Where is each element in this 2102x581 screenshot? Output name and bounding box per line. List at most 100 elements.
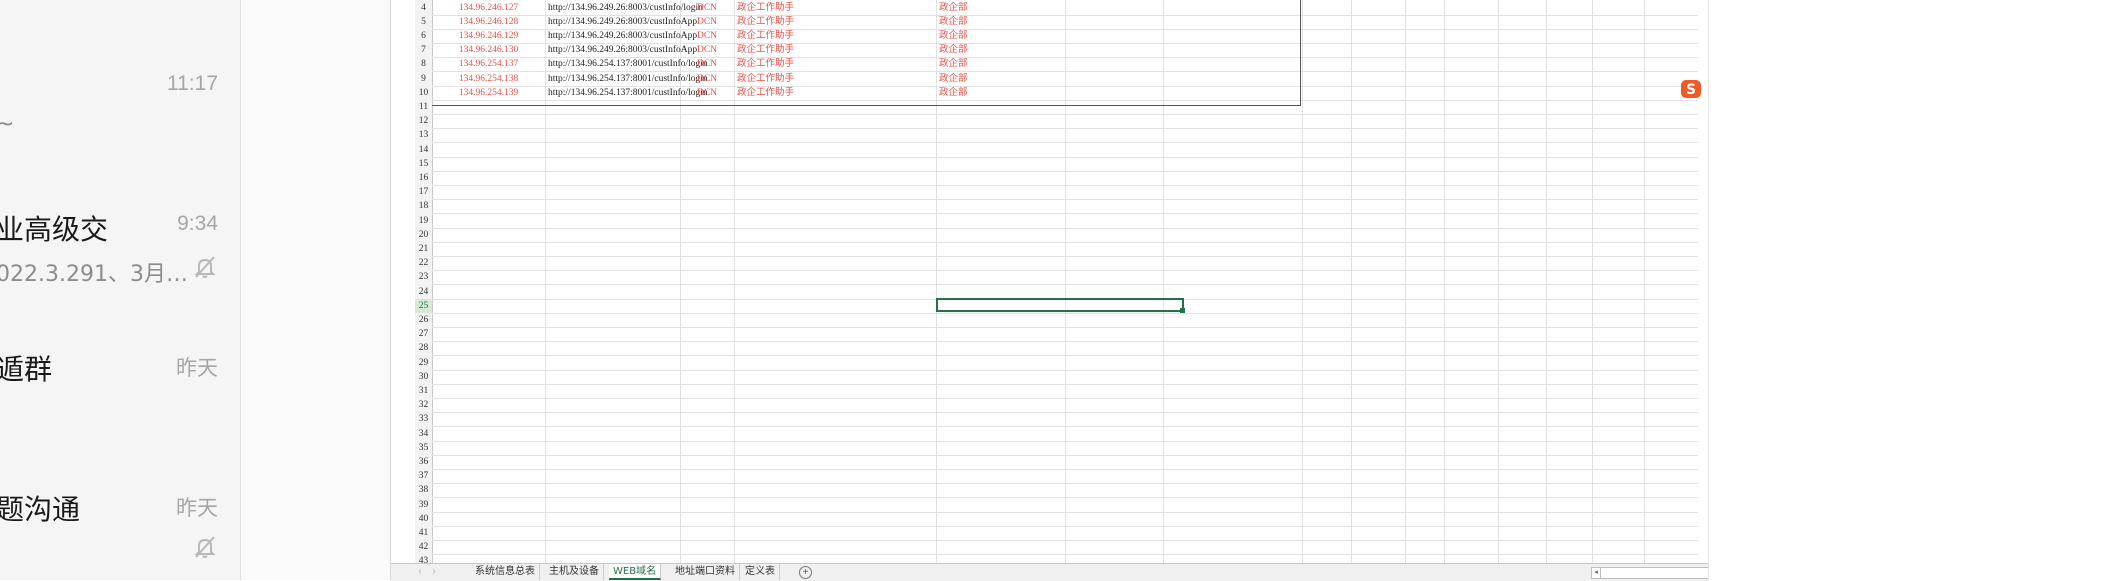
row-number[interactable]: 32 bbox=[415, 398, 432, 412]
cell-network[interactable]: DCN bbox=[680, 43, 734, 57]
cell-ip-address[interactable]: 134.96.246.129 bbox=[432, 29, 545, 43]
row-number[interactable]: 38 bbox=[415, 483, 432, 497]
tab-sheet[interactable]: 主机及设备 bbox=[545, 564, 604, 580]
cell-department[interactable]: 政企部 bbox=[939, 15, 1065, 29]
row-number[interactable]: 29 bbox=[415, 356, 432, 370]
table-row bbox=[432, 469, 1698, 485]
table-row bbox=[432, 526, 1698, 541]
scroll-left-icon[interactable]: ◂ bbox=[1592, 568, 1601, 578]
row-number[interactable]: 9 bbox=[415, 72, 432, 86]
cell-network[interactable]: DCN bbox=[680, 15, 734, 29]
row-number[interactable]: 40 bbox=[415, 512, 432, 526]
table-row bbox=[432, 114, 1698, 130]
row-number[interactable]: 4 bbox=[415, 1, 432, 15]
cell-application[interactable]: 政企工作助手 bbox=[737, 57, 936, 71]
row-number[interactable]: 10 bbox=[415, 86, 432, 100]
cell-application[interactable]: 政企工作助手 bbox=[737, 29, 936, 43]
cell-application[interactable]: 政企工作助手 bbox=[737, 86, 936, 100]
cell-application[interactable]: 政企工作助手 bbox=[737, 72, 936, 86]
chat-list-item[interactable]: 业高级交 9:34 022.3.291、3月… bbox=[0, 208, 240, 328]
row-number[interactable]: 27 bbox=[415, 327, 432, 341]
table-row bbox=[432, 100, 1698, 115]
cell-application[interactable]: 政企工作助手 bbox=[737, 43, 936, 57]
row-number[interactable]: 13 bbox=[415, 128, 432, 142]
row-number[interactable]: 14 bbox=[415, 143, 432, 157]
row-number[interactable]: 34 bbox=[415, 427, 432, 441]
row-number[interactable]: 30 bbox=[415, 370, 432, 384]
cell-network[interactable]: DCN bbox=[680, 29, 734, 43]
cell-department[interactable]: 政企部 bbox=[939, 29, 1065, 43]
row-number[interactable]: 41 bbox=[415, 526, 432, 540]
row-number[interactable]: 17 bbox=[415, 185, 432, 199]
row-number[interactable]: 37 bbox=[415, 469, 432, 483]
sheet-tab-bar: ‹ › 系统信息总表 主机及设备 WEB域名 地址端口资料 定义表 + ◂ bbox=[391, 563, 1709, 581]
tab-nav-last-icon[interactable]: › bbox=[427, 564, 441, 580]
cell-network[interactable]: DCN bbox=[680, 57, 734, 71]
table-row bbox=[432, 455, 1698, 470]
chat-preview: ~ bbox=[0, 112, 14, 137]
table-row bbox=[432, 157, 1698, 172]
cell-ip-address[interactable]: 134.96.254.139 bbox=[432, 86, 545, 100]
table-row bbox=[432, 313, 1698, 328]
cell-network[interactable]: DCN bbox=[680, 86, 734, 100]
cell-ip-address[interactable]: 134.96.246.128 bbox=[432, 15, 545, 29]
chat-list-item[interactable]: 11:17 ~ bbox=[0, 68, 240, 188]
cell-network[interactable]: DCN bbox=[680, 1, 734, 15]
row-number[interactable]: 36 bbox=[415, 455, 432, 469]
row-number[interactable]: 35 bbox=[415, 441, 432, 455]
row-number[interactable]: 24 bbox=[415, 285, 432, 299]
cell-ip-address[interactable]: 134.96.246.130 bbox=[432, 43, 545, 57]
sheet-grid[interactable]: 134.96.246.127 http://134.96.249.26:8003/… bbox=[432, 0, 1698, 563]
cell-application[interactable]: 政企工作助手 bbox=[737, 1, 936, 15]
row-number[interactable]: 39 bbox=[415, 498, 432, 512]
sogou-ime-icon[interactable]: S bbox=[1680, 79, 1702, 99]
cell-application[interactable]: 政企工作助手 bbox=[737, 15, 936, 29]
row-number[interactable]: 21 bbox=[415, 242, 432, 256]
row-number[interactable]: 6 bbox=[415, 29, 432, 43]
cell-department[interactable]: 政企部 bbox=[939, 72, 1065, 86]
table-row bbox=[432, 540, 1698, 556]
row-number[interactable]: 23 bbox=[415, 270, 432, 284]
chat-list-item[interactable]: 遁群 昨天 bbox=[0, 348, 240, 468]
row-number[interactable]: 15 bbox=[415, 157, 432, 171]
tab-sheet[interactable]: 系统信息总表 bbox=[471, 564, 540, 580]
table-row bbox=[432, 143, 1698, 158]
row-number[interactable]: 12 bbox=[415, 114, 432, 128]
row-number[interactable]: 33 bbox=[415, 412, 432, 426]
row-number[interactable]: 26 bbox=[415, 313, 432, 327]
table-row bbox=[432, 341, 1698, 357]
row-number[interactable]: 7 bbox=[415, 43, 432, 57]
table-row bbox=[432, 554, 1698, 563]
tab-sheet[interactable]: WEB域名 bbox=[609, 564, 662, 580]
tab-sheet[interactable]: 定义表 bbox=[741, 564, 780, 580]
tab-nav-first-icon[interactable]: ‹ bbox=[413, 564, 427, 580]
cell-ip-address[interactable]: 134.96.246.127 bbox=[432, 1, 545, 15]
horizontal-scrollbar[interactable]: ◂ bbox=[1591, 567, 1709, 579]
chat-list-item[interactable]: 题沟通 昨天 bbox=[0, 488, 240, 580]
cell-department[interactable]: 政企部 bbox=[939, 43, 1065, 57]
cell-ip-address[interactable]: 134.96.254.137 bbox=[432, 57, 545, 71]
row-number[interactable]: 28 bbox=[415, 341, 432, 355]
cell-department[interactable]: 政企部 bbox=[939, 86, 1065, 100]
spreadsheet-window: 4 5 6 7 8 9 10 11 12 13 14 15 16 17 18 19 20 21 22 23 24 25 26… bbox=[390, 0, 1709, 581]
cell-ip-address[interactable]: 134.96.254.138 bbox=[432, 72, 545, 86]
row-number[interactable]: 20 bbox=[415, 228, 432, 242]
tab-sheet[interactable]: 地址端口资料 bbox=[671, 564, 740, 580]
row-number[interactable]: 19 bbox=[415, 214, 432, 228]
row-number[interactable]: 42 bbox=[415, 540, 432, 554]
table-row bbox=[432, 128, 1698, 144]
row-number[interactable]: 5 bbox=[415, 15, 432, 29]
row-number[interactable]: 11 bbox=[415, 100, 432, 114]
row-number[interactable]: 8 bbox=[415, 57, 432, 71]
add-sheet-icon[interactable]: + bbox=[799, 566, 812, 579]
selected-cell[interactable] bbox=[936, 298, 1185, 313]
row-number[interactable]: 25 bbox=[415, 298, 432, 313]
cell-network[interactable]: DCN bbox=[680, 72, 734, 86]
cell-department[interactable]: 政企部 bbox=[939, 57, 1065, 71]
row-number[interactable]: 31 bbox=[415, 384, 432, 398]
row-number[interactable]: 18 bbox=[415, 199, 432, 213]
row-number[interactable]: 16 bbox=[415, 171, 432, 185]
table-row bbox=[432, 171, 1698, 186]
row-number[interactable]: 22 bbox=[415, 256, 432, 270]
cell-department[interactable]: 政企部 bbox=[939, 1, 1065, 15]
